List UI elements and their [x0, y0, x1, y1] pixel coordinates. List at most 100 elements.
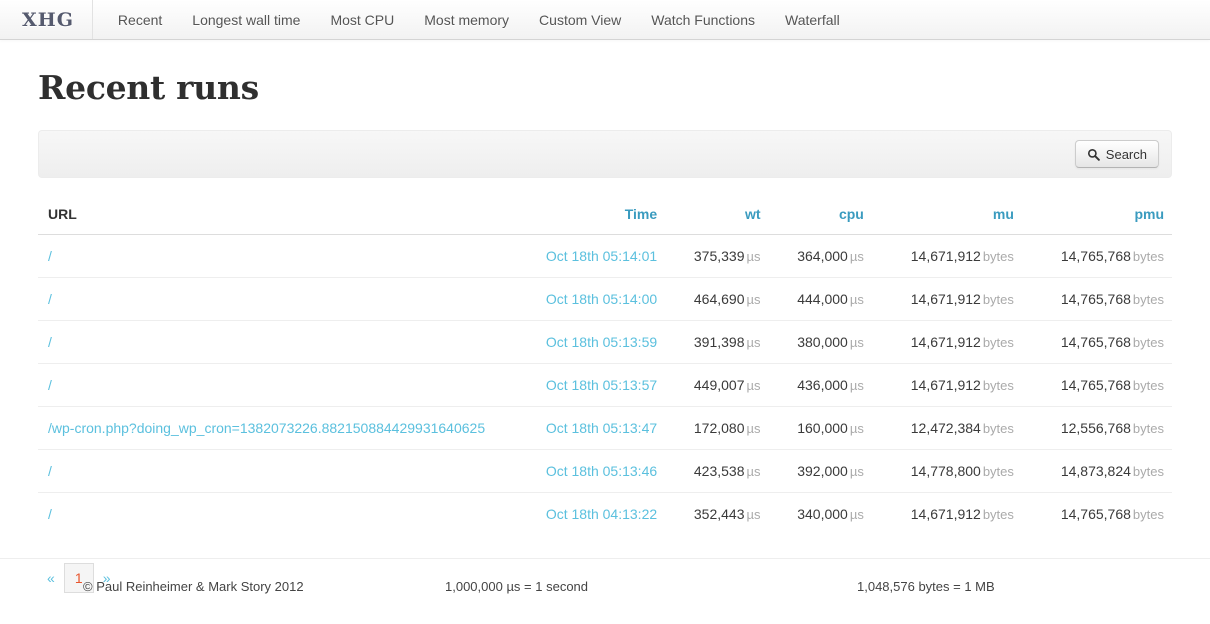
cell-wt: 352,443 µs [665, 492, 769, 535]
cell-pmu: 14,765,768 bytes [1021, 492, 1172, 535]
run-url-link[interactable]: / [48, 334, 52, 350]
unit-microseconds: µs [746, 507, 761, 522]
value-wt: 423,538 [693, 463, 745, 479]
unit-microseconds: µs [849, 249, 864, 264]
sort-link-mu[interactable]: mu [993, 206, 1014, 222]
column-header-pmu[interactable]: pmu [1021, 196, 1172, 235]
run-time-link[interactable]: Oct 18th 04:13:22 [546, 506, 657, 522]
unit-microseconds: µs [849, 335, 864, 350]
run-time-link[interactable]: Oct 18th 05:13:46 [546, 463, 657, 479]
cell-time[interactable]: Oct 18th 05:13:59 [535, 320, 666, 364]
cell-wt: 464,690 µs [665, 277, 769, 321]
nav-link-custom-view[interactable]: Custom View [524, 0, 636, 39]
unit-microseconds: µs [746, 421, 761, 436]
search-icon [1087, 148, 1100, 161]
run-url-link[interactable]: / [48, 291, 52, 307]
value-cpu: 392,000 [797, 463, 848, 479]
cell-pmu: 14,873,824 bytes [1021, 449, 1172, 493]
nav-link-most-cpu[interactable]: Most CPU [315, 0, 409, 39]
nav-link-recent[interactable]: Recent [103, 0, 177, 39]
sort-link-pmu[interactable]: pmu [1134, 206, 1164, 222]
cell-url[interactable]: / [38, 320, 536, 364]
cell-time[interactable]: Oct 18th 04:13:22 [535, 492, 666, 535]
run-time-link[interactable]: Oct 18th 05:13:59 [546, 334, 657, 350]
cell-mu: 14,671,912 bytes [871, 492, 1022, 535]
value-wt: 375,339 [693, 248, 745, 264]
unit-microseconds: µs [746, 464, 761, 479]
value-cpu: 340,000 [797, 506, 848, 522]
unit-microseconds: µs [746, 378, 761, 393]
sort-link-wt[interactable]: wt [745, 206, 761, 222]
column-header-cpu[interactable]: cpu [768, 196, 872, 235]
value-cpu: 160,000 [797, 420, 848, 436]
value-mu: 14,671,912 [910, 377, 981, 393]
value-cpu: 436,000 [797, 377, 848, 393]
cell-wt: 391,398 µs [665, 320, 769, 364]
unit-bytes: bytes [982, 378, 1014, 393]
cell-url[interactable]: / [38, 235, 536, 278]
value-mu: 14,671,912 [910, 334, 981, 350]
unit-bytes: bytes [1132, 335, 1164, 350]
unit-bytes: bytes [1132, 464, 1164, 479]
cell-pmu: 14,765,768 bytes [1022, 235, 1172, 278]
sort-link-time[interactable]: Time [625, 206, 657, 222]
unit-bytes: bytes [1132, 421, 1164, 436]
cell-url[interactable]: / [38, 449, 536, 493]
page-footer: © Paul Reinheimer & Mark Story 2012 1,00… [0, 558, 1210, 594]
footer-copyright: © Paul Reinheimer & Mark Story 2012 [83, 579, 304, 594]
unit-microseconds: µs [746, 335, 761, 350]
cell-cpu: 380,000 µs [768, 320, 872, 364]
table-row: / Oct 18th 05:14:01 375,339 µs 364,000 µs … [38, 235, 1172, 278]
table-row: / Oct 18th 05:13:59 391,398 µs 380,000 µs … [38, 320, 1172, 364]
value-mu: 14,671,912 [910, 506, 981, 522]
column-header-wt[interactable]: wt [665, 196, 769, 235]
table-body: / Oct 18th 05:14:01 375,339 µs 364,000 µs … [38, 235, 1172, 535]
column-header-mu[interactable]: mu [871, 196, 1022, 235]
nav-item: Custom View [524, 0, 636, 39]
table-row: / Oct 18th 05:14:00 464,690 µs 444,000 µs … [38, 277, 1172, 321]
sort-link-cpu[interactable]: cpu [839, 206, 864, 222]
cell-cpu: 160,000 µs [768, 406, 872, 450]
run-url-link[interactable]: / [48, 377, 52, 393]
cell-url[interactable]: / [38, 277, 536, 321]
run-time-link[interactable]: Oct 18th 05:13:47 [546, 420, 657, 436]
cell-time[interactable]: Oct 18th 05:14:00 [535, 277, 666, 321]
run-url-link[interactable]: / [48, 248, 52, 264]
column-header-time[interactable]: Time [535, 196, 666, 235]
value-mu: 14,778,800 [910, 463, 981, 479]
search-button-label: Search [1105, 146, 1147, 162]
search-button[interactable]: Search [1074, 140, 1159, 168]
unit-microseconds: µs [849, 292, 864, 307]
cell-url[interactable]: / [38, 492, 536, 535]
cell-time[interactable]: Oct 18th 05:13:46 [535, 449, 666, 493]
brand-logo[interactable]: XHG [0, 0, 93, 39]
footer-bytes-note: 1,048,576 bytes = 1 MB [857, 579, 995, 594]
search-panel: Search [38, 130, 1172, 178]
run-time-link[interactable]: Oct 18th 05:14:00 [546, 291, 657, 307]
run-url-link[interactable]: / [48, 506, 52, 522]
cell-url[interactable]: / [38, 363, 536, 407]
table-row: / Oct 18th 05:13:57 449,007 µs 436,000 µs … [38, 363, 1172, 407]
cell-url[interactable]: /wp-cron.php?doing_wp_cron=1382073226.88… [38, 406, 536, 450]
cell-time[interactable]: Oct 18th 05:13:57 [535, 363, 666, 407]
main-nav: Recent Longest wall time Most CPU Most m… [93, 0, 855, 39]
main-container: Recent runs Search URL Time wt cpu mu pm… [15, 68, 1195, 593]
nav-link-most-memory[interactable]: Most memory [409, 0, 524, 39]
nav-link-longest-wall-time[interactable]: Longest wall time [177, 0, 315, 39]
run-url-link[interactable]: / [48, 463, 52, 479]
run-url-link[interactable]: /wp-cron.php?doing_wp_cron=1382073226.88… [48, 420, 485, 436]
cell-wt: 172,080 µs [665, 406, 769, 450]
run-time-link[interactable]: Oct 18th 05:13:57 [546, 377, 657, 393]
cell-wt: 423,538 µs [665, 449, 769, 493]
cell-time[interactable]: Oct 18th 05:14:01 [536, 235, 665, 278]
run-time-link[interactable]: Oct 18th 05:14:01 [546, 248, 657, 264]
cell-cpu: 392,000 µs [768, 449, 872, 493]
cell-cpu: 436,000 µs [768, 363, 872, 407]
unit-bytes: bytes [1132, 507, 1164, 522]
value-pmu: 14,765,768 [1060, 291, 1131, 307]
cell-cpu: 340,000 µs [768, 492, 872, 535]
nav-link-waterfall[interactable]: Waterfall [770, 0, 855, 39]
nav-link-watch-functions[interactable]: Watch Functions [636, 0, 770, 39]
cell-time[interactable]: Oct 18th 05:13:47 [535, 406, 666, 450]
unit-bytes: bytes [982, 464, 1014, 479]
